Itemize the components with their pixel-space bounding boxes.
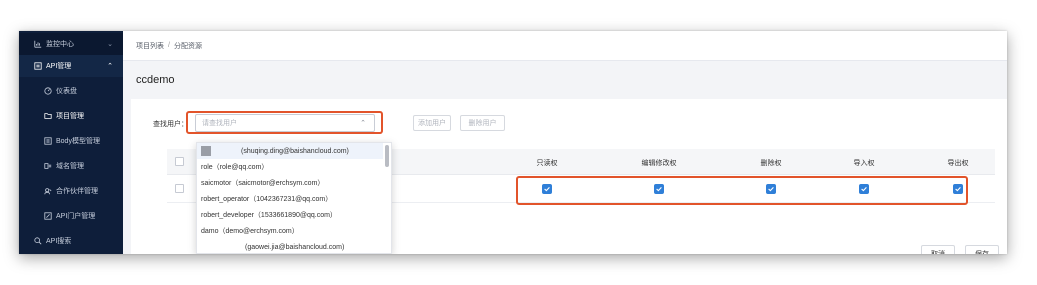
add-user-button[interactable]: 添加用户 (413, 115, 451, 131)
breadcrumb-current: 分配资源 (173, 42, 202, 50)
sidebar-item-label: API管理 (46, 63, 72, 70)
sidebar-item-label: API搜索 (46, 238, 72, 245)
dropdown-option[interactable]: robert_developer（1533661890@qq.com） (197, 207, 383, 223)
dropdown-option[interactable]: (shuqing.ding@baishancloud.com) (197, 143, 383, 159)
domain-icon (43, 162, 52, 171)
list-icon (43, 137, 52, 146)
user-dropdown: (shuqing.ding@baishancloud.com) role（rol… (196, 142, 392, 254)
select-all-checkbox[interactable] (175, 157, 184, 166)
delete-user-button[interactable]: 删除用户 (460, 115, 505, 131)
sidebar-item-domains[interactable]: 域名管理 (19, 155, 123, 177)
folder-icon (43, 112, 52, 121)
sidebar-item-label: 项目管理 (56, 113, 84, 120)
app-window: 监控中心 ⌄ API管理 ⌃ 仪表盘 项目管理 Body模型管理 域名管理 合作… (19, 31, 1007, 254)
dropdown-option[interactable]: robert_operator（1042367231@qq.com） (197, 191, 383, 207)
search-label: 查找用户： (153, 121, 188, 128)
sidebar-item-api-portal[interactable]: API门户管理 (19, 205, 123, 227)
chevron-down-icon: ⌄ (107, 41, 113, 48)
dropdown-option[interactable]: damo（demo@erchsym.com） (197, 223, 383, 239)
dropdown-option[interactable]: (gaowei.jia@baishancloud.com) (197, 239, 383, 253)
sidebar-item-monitor[interactable]: 监控中心 ⌄ (19, 33, 123, 55)
sidebar-item-dashboard[interactable]: 仪表盘 (19, 80, 123, 102)
column-header-import: 导入权 (853, 160, 875, 167)
column-header-edit: 编辑修改权 (641, 160, 677, 167)
save-button[interactable]: 保存 (965, 245, 999, 254)
sidebar-item-partners[interactable]: 合作伙伴管理 (19, 180, 123, 202)
sidebar-item-label: 监控中心 (46, 41, 74, 48)
chevron-up-icon: ⌃ (107, 63, 113, 70)
sidebar-item-label: 合作伙伴管理 (56, 188, 98, 195)
avatar (201, 146, 211, 156)
select-highlight-box (186, 111, 383, 134)
dropdown-option[interactable]: role（role@qq.com） (197, 159, 383, 175)
search-icon (33, 237, 42, 246)
api-icon (33, 62, 42, 71)
dropdown-scrollbar[interactable] (385, 145, 389, 167)
permissions-highlight-box (516, 176, 968, 205)
page-title: ccdemo (136, 74, 175, 86)
row-checkbox[interactable] (175, 184, 184, 193)
column-header-delete: 删除权 (760, 160, 782, 167)
sidebar-item-label: Body模型管理 (56, 138, 100, 145)
sidebar-item-label: 仪表盘 (56, 88, 77, 95)
sidebar-item-label: API门户管理 (56, 213, 96, 220)
sidebar-item-api-management[interactable]: API管理 ⌃ (19, 55, 123, 77)
dashboard-icon (43, 87, 52, 96)
sidebar-item-projects[interactable]: 项目管理 (19, 105, 123, 127)
sidebar: 监控中心 ⌄ API管理 ⌃ 仪表盘 项目管理 Body模型管理 域名管理 合作… (19, 31, 123, 254)
sidebar-item-api-search[interactable]: API搜索 (19, 230, 123, 252)
chart-icon (33, 40, 42, 49)
partner-icon (43, 187, 52, 196)
dropdown-option[interactable]: saicmotor（saicmotor@erchsym.com） (197, 175, 383, 191)
edit-icon (43, 212, 52, 221)
breadcrumb-root[interactable]: 项目列表 (136, 41, 164, 51)
cancel-button[interactable]: 取消 (921, 245, 955, 254)
column-header-export: 导出权 (947, 160, 969, 167)
sidebar-item-label: 域名管理 (56, 163, 84, 170)
breadcrumb-separator: / (168, 42, 170, 49)
column-header-readonly: 只读权 (536, 160, 558, 167)
sidebar-item-body-models[interactable]: Body模型管理 (19, 130, 123, 152)
breadcrumb: 项目列表 / 分配资源 (123, 31, 1007, 61)
